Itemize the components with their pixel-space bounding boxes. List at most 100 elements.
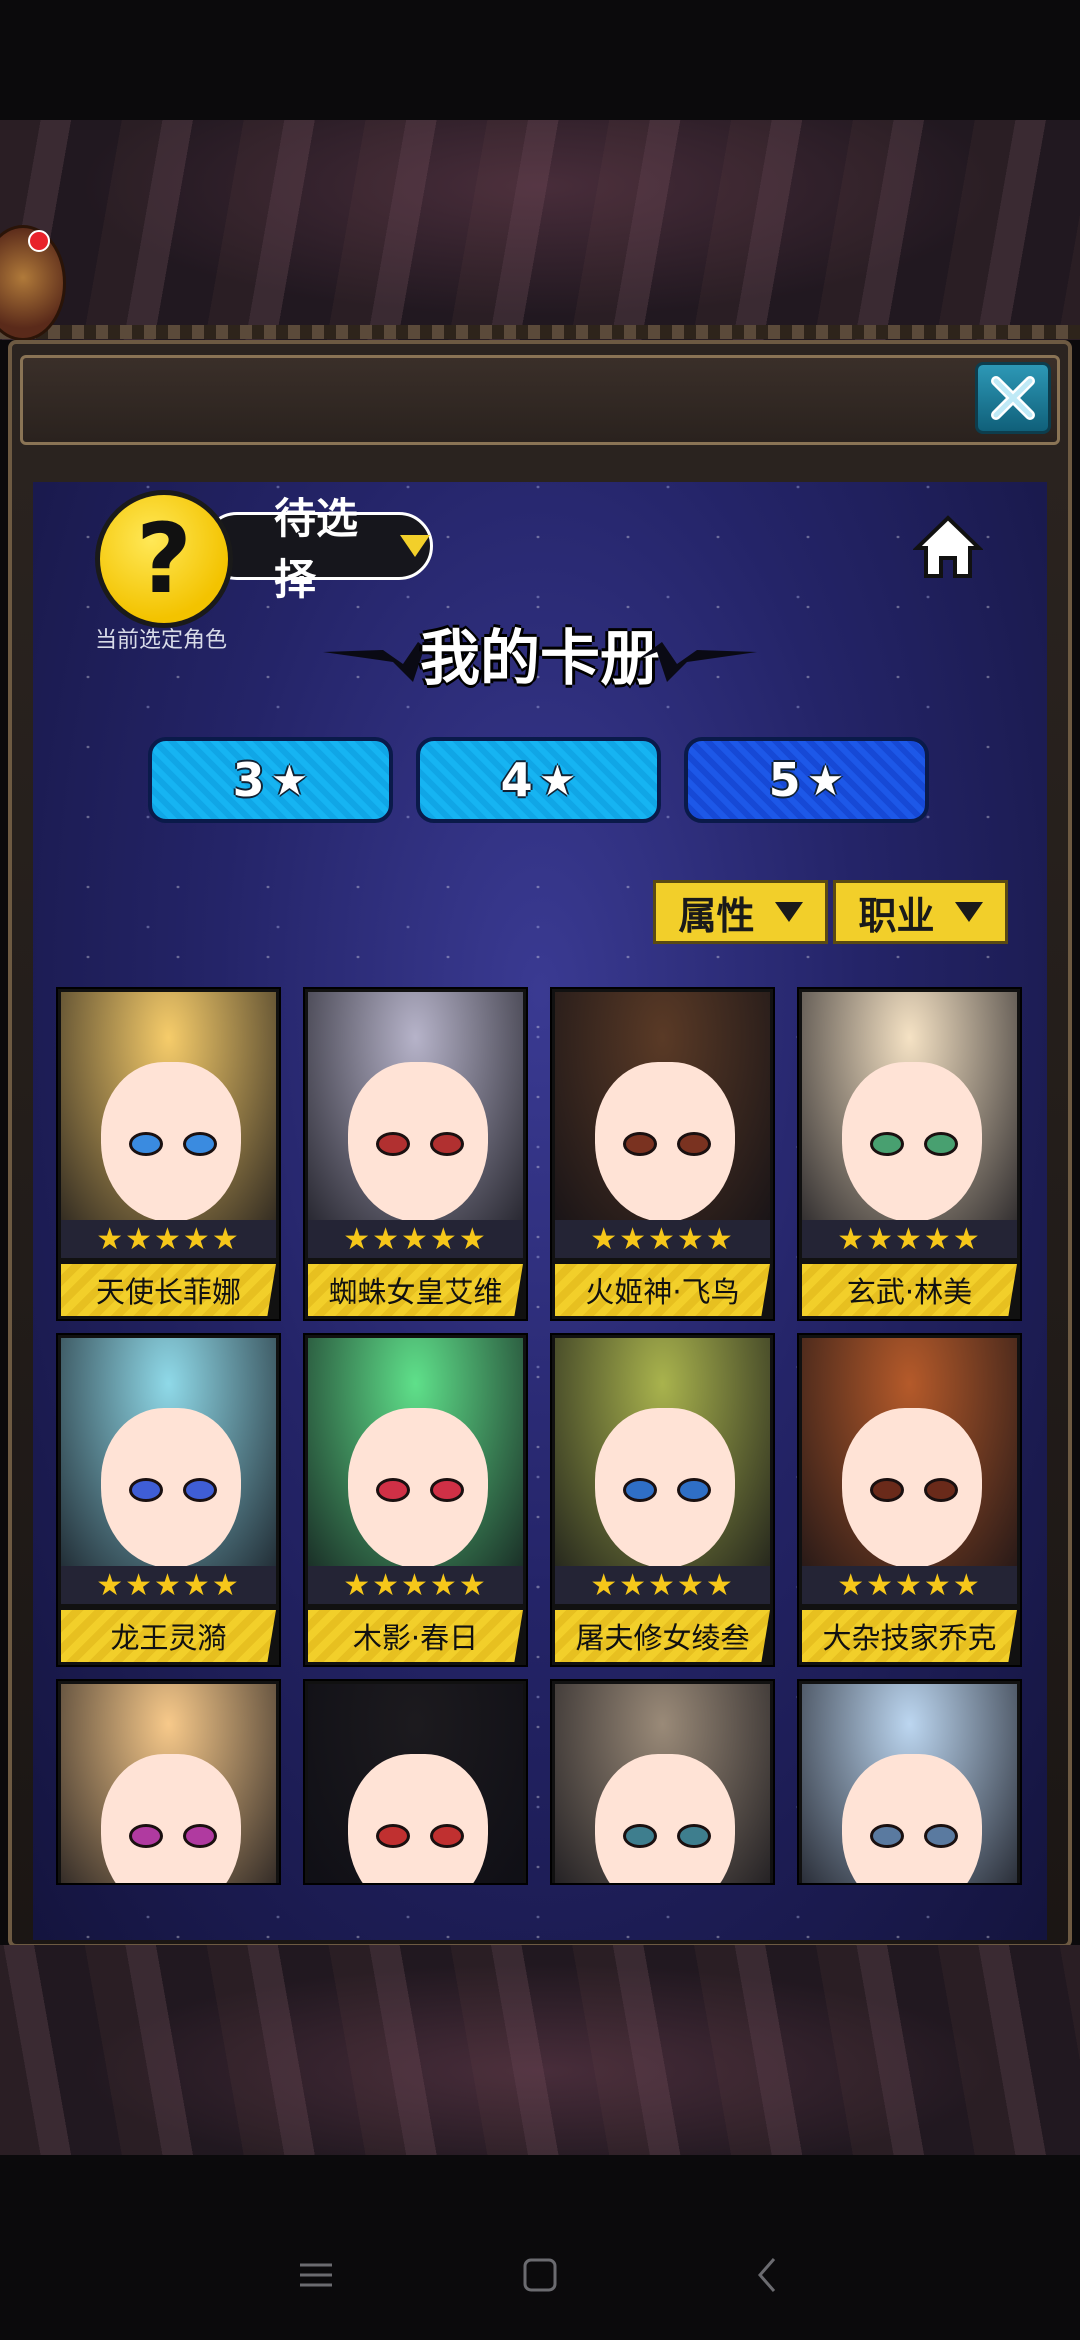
back-icon[interactable] (738, 2245, 798, 2305)
character-card[interactable]: ★★★★★ 大杂技家乔克 (797, 1333, 1022, 1667)
attribute-filter-label: 属性 (678, 893, 755, 938)
character-card[interactable] (550, 1679, 775, 1885)
star-filter-tabs: 3 ★ 4 ★ 5 ★ (33, 737, 1047, 827)
pending-role-selector[interactable]: 待选择 (203, 494, 433, 604)
character-portrait (802, 992, 1017, 1220)
portrait-eye (870, 1824, 904, 1848)
portrait-eye (924, 1132, 958, 1156)
star-rating: ★★★★★ (802, 1220, 1017, 1258)
menu-icon[interactable] (286, 2245, 346, 2305)
star-icon: ★ (538, 755, 577, 805)
character-portrait (308, 1338, 523, 1566)
portrait-eye (677, 1478, 711, 1502)
chevron-down-icon (774, 902, 803, 922)
character-name: 火姬神·飞鸟 (555, 1264, 770, 1316)
portrait-face (348, 1062, 488, 1220)
portrait-eye (870, 1478, 904, 1502)
character-portrait (308, 1684, 523, 1883)
notification-dot (28, 230, 50, 252)
portrait-eye (376, 1824, 410, 1848)
portrait-eye (924, 1478, 958, 1502)
ornate-top-background (0, 120, 1080, 340)
question-mark-icon: ? (136, 503, 192, 615)
portrait-eye (430, 1132, 464, 1156)
star-rating: ★★★★★ (802, 1566, 1017, 1604)
home-icon[interactable] (913, 512, 983, 582)
character-card[interactable]: ★★★★★ 木影·春日 (303, 1333, 528, 1667)
portrait-eye (623, 1478, 657, 1502)
character-portrait (802, 1684, 1017, 1883)
character-name: 龙王灵漪 (61, 1610, 276, 1662)
portrait-eye (183, 1132, 217, 1156)
character-portrait (61, 1684, 276, 1883)
pending-label: 待选择 (274, 494, 359, 604)
portrait-eye (129, 1824, 163, 1848)
character-name: 大杂技家乔克 (802, 1610, 1017, 1662)
portrait-face (595, 1062, 735, 1220)
portrait-face (348, 1408, 488, 1566)
star-rating: ★★★★★ (308, 1566, 523, 1604)
character-card[interactable] (303, 1679, 528, 1885)
close-icon (991, 376, 1035, 420)
character-card[interactable] (797, 1679, 1022, 1885)
portrait-face (101, 1062, 241, 1220)
character-card[interactable] (56, 1679, 281, 1885)
star-rating: ★★★★★ (61, 1220, 276, 1258)
tab-4-star-value: 4 (500, 753, 533, 807)
portrait-eye (677, 1132, 711, 1156)
star-icon: ★ (806, 755, 845, 805)
current-role-avatar[interactable]: ? (95, 490, 233, 628)
portrait-eye (129, 1478, 163, 1502)
window-title-bar (20, 355, 1060, 445)
character-name: 木影·春日 (308, 1610, 523, 1662)
portrait-face (595, 1754, 735, 1883)
character-portrait (555, 992, 770, 1220)
portrait-eye (677, 1824, 711, 1848)
tab-5-star[interactable]: 5 ★ (684, 737, 929, 823)
close-button[interactable] (975, 362, 1051, 434)
character-portrait (61, 1338, 276, 1566)
square-icon[interactable] (510, 2245, 570, 2305)
attribute-filter-dropdown[interactable]: 属性 (653, 880, 828, 944)
portrait-eye (924, 1824, 958, 1848)
character-card[interactable]: ★★★★★ 火姬神·飞鸟 (550, 987, 775, 1321)
portrait-eye (376, 1478, 410, 1502)
portrait-face (101, 1408, 241, 1566)
portrait-eye (430, 1478, 464, 1502)
character-name: 玄武·林美 (802, 1264, 1017, 1316)
character-card[interactable]: ★★★★★ 龙王灵漪 (56, 1333, 281, 1667)
star-rating: ★★★★★ (61, 1566, 276, 1604)
portrait-face (842, 1754, 982, 1883)
portrait-face (842, 1408, 982, 1566)
job-filter-dropdown[interactable]: 职业 (833, 880, 1008, 944)
character-card[interactable]: ★★★★★ 天使长菲娜 (56, 987, 281, 1321)
tab-3-star[interactable]: 3 ★ (148, 737, 393, 823)
top-trim (0, 325, 1080, 339)
portrait-face (595, 1408, 735, 1566)
character-name: 蜘蛛女皇艾维 (308, 1264, 523, 1316)
portrait-eye (183, 1824, 217, 1848)
star-rating: ★★★★★ (308, 1220, 523, 1258)
portrait-eye (129, 1132, 163, 1156)
chevron-down-icon (400, 535, 430, 557)
album-title: 我的卡册 (420, 624, 660, 694)
portrait-eye (376, 1132, 410, 1156)
star-icon: ★ (270, 755, 309, 805)
portrait-eye (870, 1132, 904, 1156)
character-card[interactable]: ★★★★★ 玄武·林美 (797, 987, 1022, 1321)
ornate-bottom-background (0, 1945, 1080, 2155)
character-portrait (308, 992, 523, 1220)
star-rating: ★★★★★ (555, 1566, 770, 1604)
portrait-eye (623, 1824, 657, 1848)
character-portrait (802, 1338, 1017, 1566)
character-portrait (61, 992, 276, 1220)
character-card[interactable]: ★★★★★ 屠夫修女绫叁 (550, 1333, 775, 1667)
character-portrait (555, 1338, 770, 1566)
right-wing-ornament (637, 642, 757, 682)
character-card[interactable]: ★★★★★ 蜘蛛女皇艾维 (303, 987, 528, 1321)
portrait-face (348, 1754, 488, 1883)
portrait-eye (430, 1824, 464, 1848)
chevron-down-icon (954, 902, 983, 922)
tab-4-star[interactable]: 4 ★ (416, 737, 661, 823)
character-name: 天使长菲娜 (61, 1264, 276, 1316)
